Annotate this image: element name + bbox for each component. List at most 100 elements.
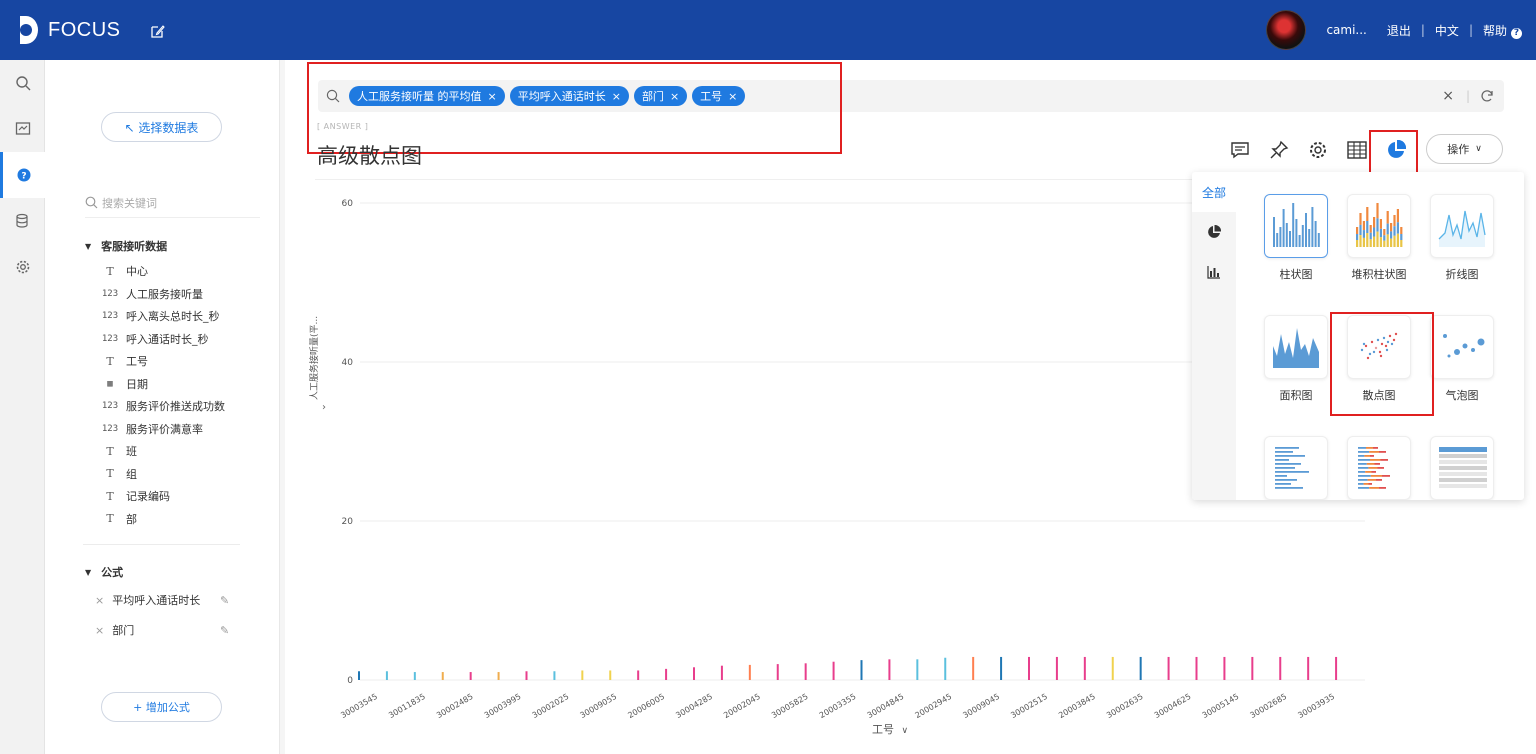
hbar-thumbnail-icon [1275,447,1309,489]
chart-type-hstacked[interactable] [1347,436,1411,500]
text-type-icon: T [106,489,114,503]
rail-database[interactable] [0,198,45,244]
field-label: 部 [126,512,137,526]
x-axis-label-toggle[interactable]: 工号 ∨ [872,721,908,737]
tab-all[interactable]: 全部 [1192,172,1236,212]
formula-item[interactable]: × 部门 ✎ [95,622,235,638]
logout-link[interactable]: 退出 [1377,22,1421,39]
data-bar[interactable] [413,672,416,680]
chart-type-table[interactable] [1430,436,1494,500]
data-bar[interactable] [860,660,863,680]
formula-group-toggle[interactable]: ▼ 公式 [85,564,123,580]
y-axis-label[interactable]: 人工服务接听量(平... [307,316,320,400]
data-bar[interactable] [1028,656,1030,680]
data-bar[interactable] [581,670,584,680]
data-bar[interactable] [665,668,668,680]
field-item[interactable]: T班 [101,440,225,463]
data-bar[interactable] [525,671,528,680]
field-item[interactable]: T 记录编码 [101,485,225,508]
data-bar[interactable] [609,670,612,680]
rail-question[interactable]: ? [0,152,45,198]
field-item[interactable]: T 中心 [101,260,225,283]
x-tick-label: 30004845 [866,692,906,720]
data-bar[interactable] [1223,656,1226,680]
search-icon [15,76,30,91]
data-bar[interactable] [804,663,807,680]
left-rail: ? [0,60,45,754]
data-bar[interactable] [1279,656,1282,680]
field-item[interactable]: T部 [101,508,225,531]
edit-icon[interactable]: ✎ [220,594,229,607]
data-bar[interactable] [441,672,444,680]
language-link[interactable]: 中文 [1425,22,1469,39]
data-bar[interactable] [553,671,556,680]
field-item[interactable]: ▦ 日期 [101,373,225,396]
chart-type-line[interactable]: 折线图 [1430,194,1494,282]
edit-icon[interactable]: ✎ [220,624,229,637]
data-bar[interactable] [1139,656,1142,680]
number-type-icon: 123 [101,288,119,299]
field-item[interactable]: 123 呼入通话时长_秒 [101,328,225,351]
expand-icon[interactable]: › [322,402,326,413]
help-link[interactable]: 帮助? [1473,22,1536,39]
field-item[interactable]: 123 人工服务接听量 [101,283,225,306]
data-bar[interactable] [888,659,891,680]
rail-settings[interactable] [0,244,45,290]
chart-type-stacked[interactable]: 堆积柱状图 [1347,194,1411,282]
data-bar[interactable] [1167,656,1170,680]
user-name[interactable]: cami... [1316,23,1376,37]
formula-item[interactable]: × 平均呼入通话时长 ✎ [95,592,235,608]
table-group-toggle[interactable]: ▼ 客服接听数据 [85,238,167,254]
remove-icon[interactable]: × [95,594,104,607]
rail-search[interactable] [0,60,45,106]
data-bar[interactable] [776,664,779,680]
data-bar[interactable] [1000,656,1003,680]
data-bar[interactable] [916,659,919,680]
chart-type-bar[interactable]: 柱状图 [1264,194,1328,282]
database-icon [15,213,28,228]
tab-map[interactable] [1192,252,1236,292]
data-bar[interactable] [693,667,695,680]
field-label: 工号 [126,355,148,369]
data-bar[interactable] [832,661,835,680]
rail-dashboard[interactable] [0,106,45,152]
data-bar[interactable] [748,664,751,680]
data-bar[interactable] [720,665,723,680]
data-bar[interactable] [358,671,360,680]
data-bar[interactable] [497,672,500,680]
data-bar[interactable] [1111,656,1114,680]
data-bar[interactable] [1251,656,1254,680]
keyword-search[interactable]: 搜索关键词 [85,188,260,218]
data-bar[interactable] [1195,656,1198,680]
data-bar[interactable] [1307,656,1310,680]
logo-icon [16,16,38,44]
chart-type-hbar[interactable] [1264,436,1328,500]
field-item[interactable]: 123 呼入离头总时长_秒 [101,305,225,328]
dashboard-icon [15,122,30,135]
search-icon [85,196,98,209]
add-formula-button[interactable]: + 增加公式 [101,692,222,722]
help-label: 帮助 [1482,23,1507,38]
field-item[interactable]: 123 服务评价推送成功数 [101,395,225,418]
field-label: 服务评价满意率 [126,422,203,436]
data-bar[interactable] [1335,656,1338,680]
chart-type-area[interactable]: 面积图 [1264,315,1328,403]
data-bar[interactable] [1055,656,1058,680]
data-bar[interactable] [972,656,975,680]
data-bar[interactable] [944,657,947,680]
field-item[interactable]: T组 [101,463,225,486]
tab-pie[interactable] [1192,212,1236,252]
avatar[interactable] [1266,10,1307,50]
data-bar[interactable] [637,670,640,680]
select-table-button[interactable]: ↖ 选择数据表 [101,112,222,142]
field-label: 中心 [126,265,148,279]
field-item[interactable]: T 工号 [101,350,225,373]
logo[interactable]: FOCUS [16,16,121,44]
data-bar[interactable] [385,671,388,680]
field-item[interactable]: 123 服务评价满意率 [101,418,225,441]
data-bar[interactable] [469,672,472,680]
data-bar[interactable] [1083,656,1086,680]
remove-icon[interactable]: × [95,624,104,637]
edit-icon[interactable] [151,24,165,38]
chart-type-bubble[interactable]: 气泡图 [1430,315,1494,403]
